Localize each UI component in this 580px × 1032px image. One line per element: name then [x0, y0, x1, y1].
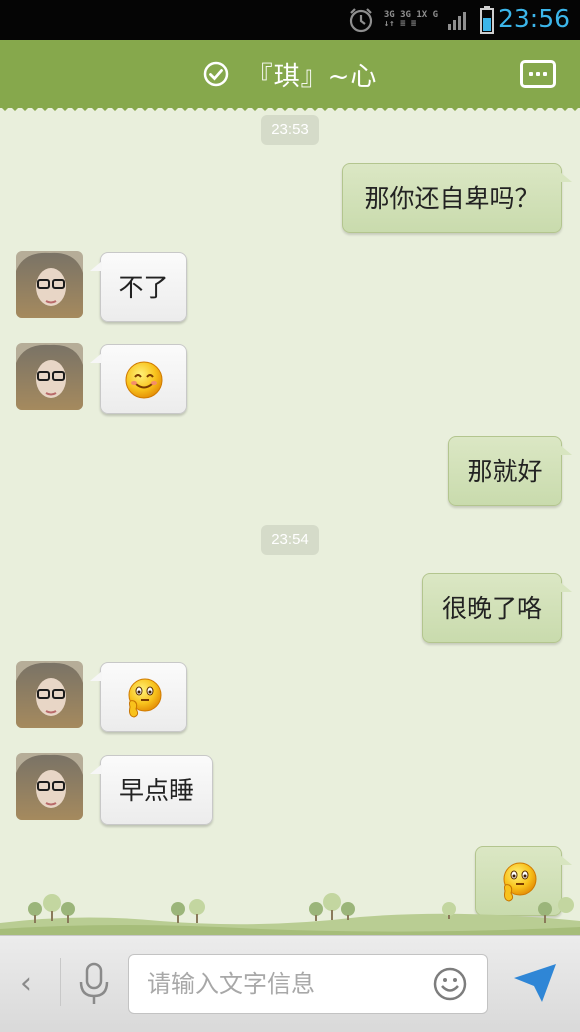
contact-name[interactable]: 『琪』~心: [247, 56, 378, 93]
message-bubble-out[interactable]: 那你还自卑吗？: [342, 163, 572, 233]
message-bubble-out[interactable]: 那就好: [448, 436, 572, 506]
contact-avatar[interactable]: [16, 343, 83, 410]
contact-avatar[interactable]: [16, 661, 83, 728]
thinking-emoji-icon: [128, 678, 161, 718]
emoji-picker-icon[interactable]: [432, 966, 468, 1002]
signal-strength-icon: [448, 12, 466, 30]
header-zigzag-edge: [0, 104, 580, 111]
send-icon[interactable]: [512, 962, 558, 1004]
collapse-arrow-icon[interactable]: ‹: [20, 966, 32, 1001]
message-input-bar: ‹: [0, 935, 580, 1032]
chat-header: 『琪』~心: [0, 40, 580, 108]
microphone-icon[interactable]: [76, 962, 112, 1006]
battery-icon: [480, 6, 494, 34]
alarm-clock-icon: [349, 8, 372, 33]
message-bubble-out[interactable]: 很晚了咯: [422, 573, 572, 643]
status-bar: 3G 3G 1X G ↓↑ ≡ ≡ 23:56: [0, 0, 580, 40]
message-bubble-in[interactable]: [90, 662, 187, 732]
divider: [60, 958, 61, 1006]
contact-avatar[interactable]: [16, 251, 83, 318]
contact-avatar[interactable]: [16, 753, 83, 820]
timestamp-chip: 23:53: [261, 115, 319, 145]
background-scenery: [0, 893, 580, 935]
smile-emoji-icon: [125, 361, 162, 399]
message-bubble-in[interactable]: 不了: [90, 252, 187, 322]
more-dots-icon[interactable]: [520, 60, 556, 88]
network-type-indicator: 3G 3G 1X G ↓↑ ≡ ≡: [383, 10, 438, 29]
timestamp-chip: 23:54: [261, 525, 319, 555]
check-circle-icon: [203, 61, 228, 87]
message-bubble-in[interactable]: 早点睡: [90, 755, 213, 825]
status-time: 23:56: [497, 4, 570, 33]
message-bubble-in[interactable]: [90, 344, 187, 414]
